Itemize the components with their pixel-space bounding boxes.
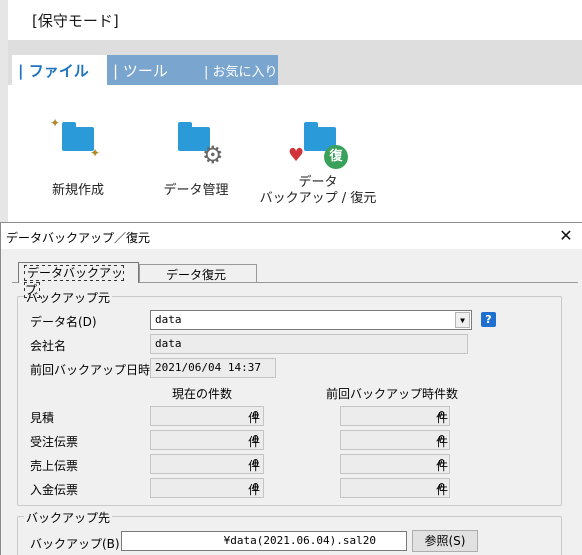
backup-destination-legend: バックアップ先 [24,509,113,526]
tab-data-backup[interactable]: データバックアップ [18,262,139,298]
unit-label: 件 [436,435,449,449]
last-backup-label: 前回バックアップ日時 [30,363,151,377]
dialog-title: データバックアップ／復元 [6,231,151,245]
folder-sparkle-icon: ✦ ✦ [50,116,101,160]
data-name-label: データ名(D) [30,315,97,329]
row-label: 売上伝票 [30,459,79,473]
row-label: 入金伝票 [30,483,79,497]
restore-badge: 復 [324,145,348,169]
company-field: data [150,334,468,354]
chevron-down-icon[interactable]: ▼ [455,312,470,328]
unit-label: 件 [436,459,449,473]
mode-bar: [保守モード] [8,0,582,40]
unit-label: 件 [248,411,261,425]
data-manage-button[interactable]: ⚙ データ管理 [156,117,236,198]
current-count-field: 0 [150,478,264,498]
last-backup-field: 2021/06/04 14:37 [150,358,276,378]
unit-label: 件 [436,411,449,425]
ribbon-tab-favorites[interactable]: | お気に入り [198,55,278,85]
left-border [0,0,8,232]
unit-label: 件 [248,459,261,473]
ribbon-tabstrip: | ファイル | ツール | お気に入り [8,40,582,85]
data-name-value: data [155,313,182,326]
new-button[interactable]: ✦ ✦ 新規作成 [38,117,118,198]
new-button-label: 新規作成 [51,183,104,198]
ribbon-body: ✦ ✦ 新規作成 ⚙ データ管理 ♥ 復 データ バックアップ / 復元 [8,85,582,232]
current-count-field: 0 [150,430,264,450]
tab-data-restore[interactable]: データ復元 [139,264,257,282]
ribbon-tab-tool[interactable]: | ツール [107,55,202,85]
data-manage-label: データ管理 [163,183,229,198]
last-count-field: 0 [340,478,450,498]
backup-restore-label-1: データ [298,175,338,190]
backup-restore-label-2: バックアップ / 復元 [259,191,377,206]
last-count-field: 0 [340,454,450,474]
current-count-field: 0 [150,454,264,474]
company-label: 会社名 [30,339,67,353]
main-window: [保守モード] | ファイル | ツール | お気に入り ✦ ✦ 新規作成 ⚙ … [0,0,582,232]
unit-label: 件 [248,435,261,449]
backup-restore-button[interactable]: ♥ 復 データ バックアップ / 復元 [258,117,378,207]
ribbon-tab-file[interactable]: | ファイル [12,55,107,85]
dialog-titlebar: データバックアップ／復元 ✕ [1,223,582,249]
folder-heart-restore-icon: ♥ 復 [288,117,348,169]
browse-button[interactable]: 参照(S) [412,530,478,552]
unit-label: 件 [248,483,261,497]
close-icon[interactable]: ✕ [554,224,578,248]
backup-path-input[interactable]: ¥data(2021.06.04).sal20 [121,531,407,551]
current-count-header: 現在の件数 [172,387,233,401]
help-icon[interactable]: ? [481,312,496,327]
last-count-header: 前回バックアップ時件数 [326,387,459,401]
mode-label: [保守モード] [32,12,119,30]
last-count-field: 0 [340,430,450,450]
backup-path-label: バックアップ(B) [30,537,120,551]
row-label: 受注伝票 [30,435,79,449]
row-label: 見積 [30,411,55,425]
folder-gear-icon: ⚙ [166,117,226,167]
current-count-field: 0 [150,406,264,426]
last-count-field: 0 [340,406,450,426]
data-name-combo[interactable]: data ▼ [150,310,472,330]
unit-label: 件 [436,483,449,497]
